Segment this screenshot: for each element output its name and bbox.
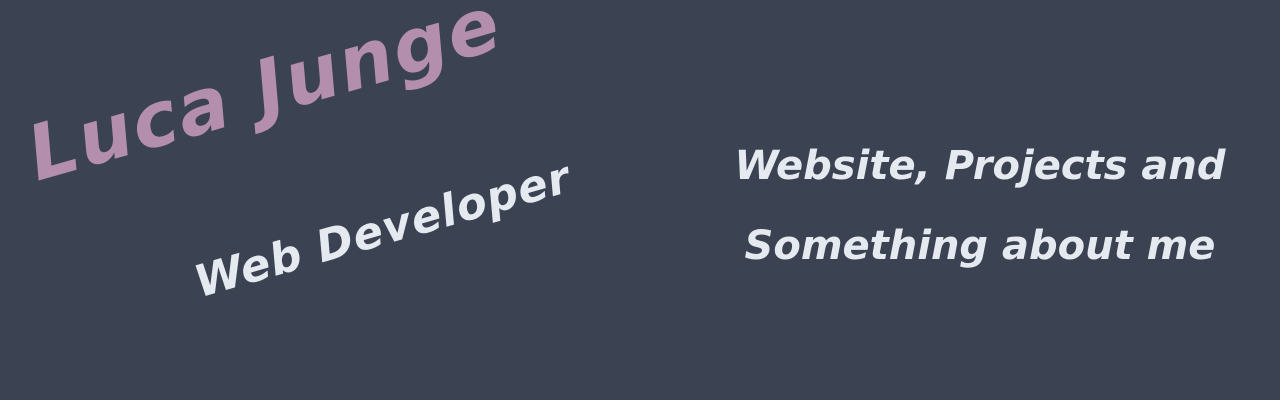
tagline-line-2: Something about me [744,223,1216,269]
header-banner: Luca Junge Web Developer Website, Projec… [0,0,1280,400]
tagline-line-1: Website, Projects and [734,143,1226,189]
tagline: Website, Projects and Something about me [700,126,1260,286]
role-subtitle: Web Developer [188,151,577,309]
name-heading: Luca Junge [17,0,511,199]
